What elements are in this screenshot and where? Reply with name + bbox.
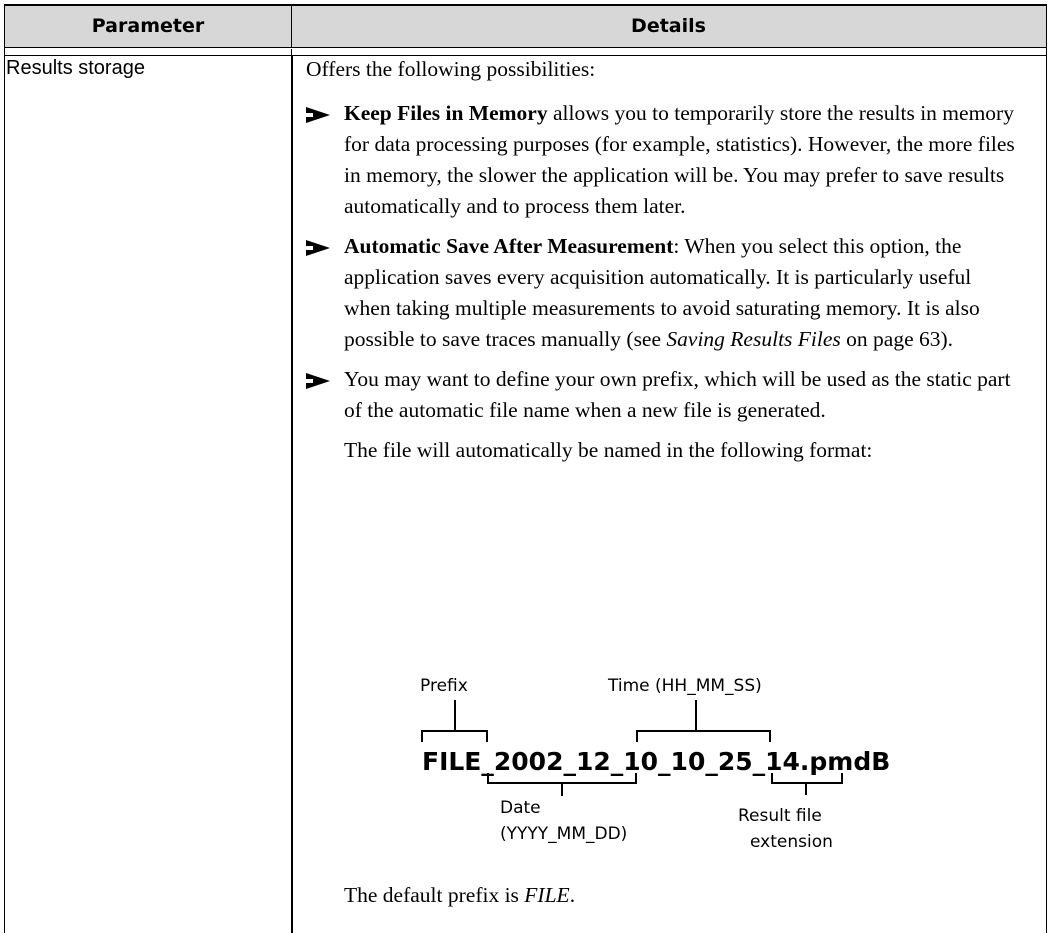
bullet-keep-files: Keep Files in Memory allows you to tempo… <box>306 98 1021 222</box>
naming-note: The file will automatically be named in … <box>344 438 873 462</box>
bullet-text: You may want to define your own prefix, … <box>344 367 1011 422</box>
details-cell: Offers the following possibilities: Keep… <box>306 54 1021 466</box>
parameter-name: Results storage <box>6 57 145 79</box>
bullet-text-end: on page 63). <box>840 327 954 351</box>
cross-reference-link[interactable]: Saving Results Files <box>666 327 840 351</box>
column-divider <box>291 56 293 933</box>
details-intro: Offers the following possibilities: <box>306 57 596 81</box>
table-header-row: Parameter Details <box>5 6 1046 48</box>
header-parameter: Parameter <box>91 15 205 37</box>
bullet-arrow-icon <box>306 373 330 389</box>
bullet-prefix: You may want to define your own prefix, … <box>306 364 1021 426</box>
default-prefix-value: FILE <box>524 883 570 907</box>
bullet-arrow-icon <box>306 107 330 123</box>
spacer-divider <box>291 49 292 56</box>
default-prefix-note: The default prefix is FILE. <box>344 883 576 907</box>
bullet-automatic-save: Automatic Save After Measurement: When y… <box>306 231 1021 355</box>
bullet-arrow-icon <box>306 240 330 256</box>
bullet-title: Keep Files in Memory <box>344 101 548 125</box>
header-details: Details <box>631 15 706 37</box>
bullet-title: Automatic Save After Measurement <box>344 234 674 258</box>
